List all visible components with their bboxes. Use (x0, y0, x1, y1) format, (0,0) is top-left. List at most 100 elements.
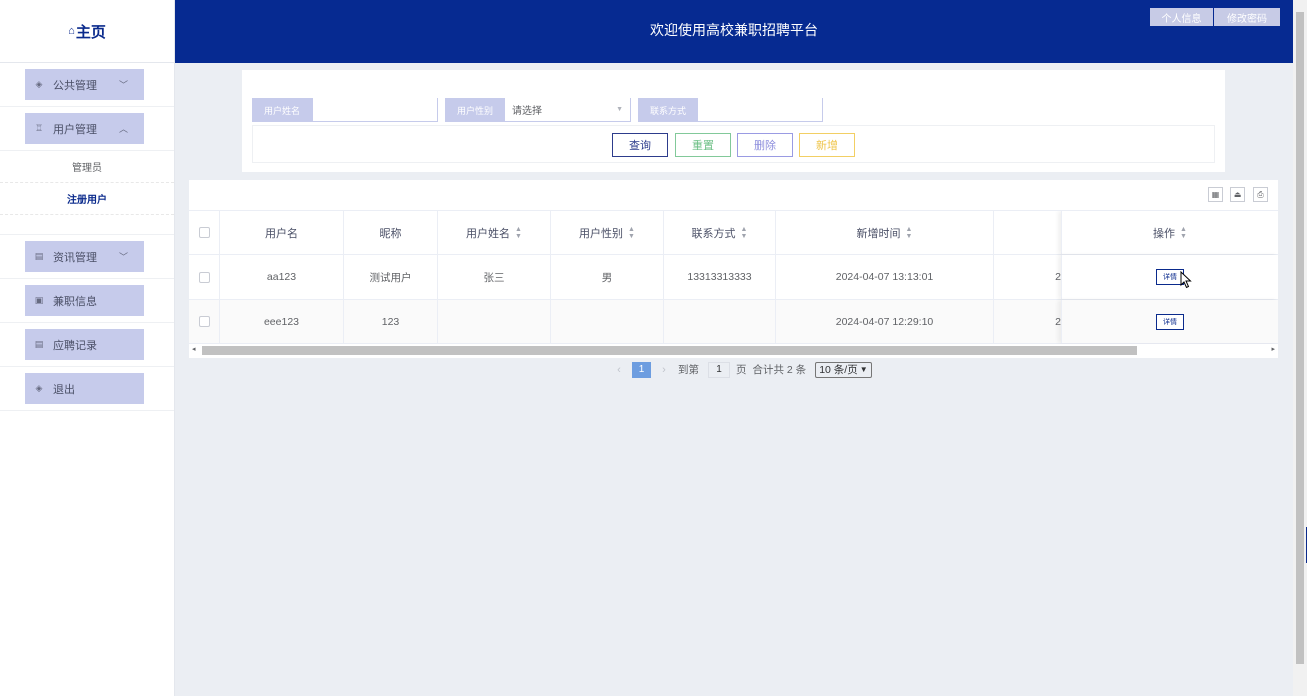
action-button-row: 查询 重置 删除 新增 (252, 125, 1215, 163)
page-size-select[interactable]: 10 条/页 ▼ (815, 361, 872, 378)
menu-news-management[interactable]: ▤ 资讯管理 ﹀ (25, 241, 144, 272)
menu-row-jobs: ▣ 兼职信息 (0, 279, 174, 323)
row-checkbox[interactable] (198, 316, 210, 327)
header-select-cell (189, 211, 220, 254)
users-table: 用户名 昵称 用户姓名 ▲ ▼ 用户性别 ▲ ▼ 联系方式 ▲ ▼ 新增时间 ▲ ▼ 操作 ▲ ▼ … (189, 211, 1278, 344)
cell-nickname: 测试用户 (344, 255, 438, 299)
col-actions[interactable]: 操作 ▲ ▼ (1061, 211, 1278, 254)
gender-select-placeholder: 请选择 (512, 106, 542, 117)
col-label: 操作 (1153, 227, 1176, 240)
cell-created: 2024-04-07 12:29:10 (776, 300, 994, 343)
total-count: 合计共 2 条 (752, 364, 807, 376)
reset-button[interactable]: 重置 (675, 133, 731, 157)
prev-page-button[interactable]: ‹ (611, 364, 627, 376)
cell-extra: 2 (1055, 315, 1061, 328)
search-panel: 用户姓名 用户性别 请选择 ▼ 联系方式 查询 重置 删除 新增 (242, 70, 1225, 172)
menu-label: 兼职信息 (53, 295, 97, 308)
menu-label: 应聘记录 (53, 339, 97, 352)
query-button[interactable]: 查询 (612, 133, 668, 157)
menu-application-records[interactable]: ▤ 应聘记录 (25, 329, 144, 360)
col-label: 新增时间 (856, 227, 901, 240)
row-select-cell (189, 255, 220, 299)
pagination: ‹ 1 › 到第 1 页 合计共 2 条 10 条/页 ▼ (611, 361, 872, 378)
menu-part-time-info[interactable]: ▣ 兼职信息 (25, 285, 144, 316)
col-extra (994, 211, 1061, 254)
scroll-left-icon[interactable]: ◂ (192, 345, 196, 353)
menu-label: 公共管理 (53, 79, 97, 92)
name-filter-label: 用户姓名 (252, 98, 312, 122)
sort-icon[interactable]: ▲ ▼ (906, 226, 913, 240)
goto-page-input[interactable]: 1 (708, 361, 730, 378)
sort-icon[interactable]: ▲ ▼ (515, 226, 522, 240)
cell-phone: 13313313333 (664, 255, 776, 299)
menu-row-public: ◈ 公共管理 ﹀ (0, 63, 174, 107)
chevron-down-icon: ▼ (616, 106, 623, 113)
col-phone[interactable]: 联系方式 ▲ ▼ (664, 211, 776, 254)
chevron-up-icon: ︿ (118, 124, 128, 134)
add-button[interactable]: 新增 (799, 133, 855, 157)
layers-icon: ◈ (35, 383, 43, 393)
col-label: 用户名 (265, 227, 298, 240)
cell-username: eee123 (220, 300, 344, 343)
submenu-registered-users[interactable]: 注册用户 (0, 183, 174, 215)
chevron-down-icon: ▼ (859, 365, 868, 374)
change-password-button[interactable]: 修改密码 (1214, 8, 1280, 26)
menu-row-users: ♖ 用户管理 ︿ (0, 107, 174, 151)
col-gender[interactable]: 用户性别 ▲ ▼ (551, 211, 664, 254)
cell-created: 2024-04-07 13:13:01 (776, 255, 994, 299)
table-toolbar: ▦ ⏏ ⎙ (189, 180, 1278, 211)
gender-filter: 用户性别 请选择 ▼ (445, 98, 631, 122)
export-icon[interactable]: ⏏ (1230, 187, 1245, 202)
scroll-right-icon[interactable]: ▸ (1271, 345, 1275, 353)
sort-icon[interactable]: ▲ ▼ (628, 226, 635, 240)
cell-nickname: 123 (344, 300, 438, 343)
col-nickname: 昵称 (344, 211, 438, 254)
cell-actions: 详情 (1061, 300, 1278, 343)
logo-home[interactable]: ⌂ 主页 (0, 0, 174, 63)
name-filter: 用户姓名 (252, 98, 438, 122)
logo-text: 主页 (75, 23, 106, 41)
menu-logout[interactable]: ◈ 退出 (25, 373, 144, 404)
print-icon[interactable]: ⎙ (1253, 187, 1268, 202)
cell-username: aa123 (220, 255, 344, 299)
horizontal-scrollbar[interactable]: ◂ ▸ (189, 344, 1278, 356)
delete-button[interactable]: 删除 (737, 133, 793, 157)
page-number-current[interactable]: 1 (632, 361, 651, 378)
hscroll-thumb[interactable] (202, 346, 1137, 355)
submenu-admin[interactable]: 管理员 (0, 151, 174, 183)
sort-icon[interactable]: ▲ ▼ (741, 226, 748, 240)
cell-phone (664, 300, 776, 343)
cell-realname (438, 300, 551, 343)
select-all-checkbox[interactable] (198, 227, 210, 238)
menu-public-management[interactable]: ◈ 公共管理 ﹀ (25, 69, 144, 100)
menu-user-management[interactable]: ♖ 用户管理 ︿ (25, 113, 144, 144)
vertical-scrollbar[interactable] (1293, 0, 1307, 696)
contact-input[interactable] (697, 98, 823, 122)
detail-button[interactable]: 详情 (1156, 313, 1184, 330)
top-header: 欢迎使用高校兼职招聘平台 个人信息 修改密码 (175, 0, 1293, 63)
contact-filter-label: 联系方式 (638, 98, 697, 122)
next-page-button[interactable]: › (656, 364, 672, 376)
scrollbar-thumb[interactable] (1296, 12, 1304, 664)
row-checkbox[interactable] (198, 271, 210, 283)
col-label: 联系方式 (691, 227, 736, 240)
layers-icon: ◈ (35, 79, 43, 89)
gender-select[interactable]: 请选择 ▼ (504, 98, 631, 122)
profile-button[interactable]: 个人信息 (1150, 8, 1213, 26)
col-realname[interactable]: 用户姓名 ▲ ▼ (438, 211, 551, 254)
table-row: aa123 测试用户 张三 男 13313313333 2024-04-07 1… (189, 255, 1278, 300)
list-icon: ▤ (34, 339, 44, 349)
menu-label: 退出 (53, 383, 75, 396)
col-created[interactable]: 新增时间 ▲ ▼ (776, 211, 994, 254)
row-select-cell (189, 300, 220, 343)
home-icon: ⌂ (68, 25, 75, 37)
table-card: ▦ ⏏ ⎙ 用户名 昵称 用户姓名 ▲ ▼ 用户性别 ▲ ▼ 联系方式 ▲ ▼ 新增时间 ▲ ▼… (189, 180, 1278, 358)
table-header-row: 用户名 昵称 用户姓名 ▲ ▼ 用户性别 ▲ ▼ 联系方式 ▲ ▼ 新增时间 ▲ ▼ 操作 ▲ ▼ (189, 211, 1278, 255)
col-label: 用户性别 (579, 227, 624, 240)
name-input[interactable] (312, 98, 438, 122)
cell-gender (551, 300, 664, 343)
columns-icon[interactable]: ▦ (1208, 187, 1223, 202)
sort-icon[interactable]: ▲ ▼ (1180, 226, 1187, 240)
cell-gender: 男 (551, 255, 664, 299)
page-unit-label: 页 (736, 364, 747, 376)
